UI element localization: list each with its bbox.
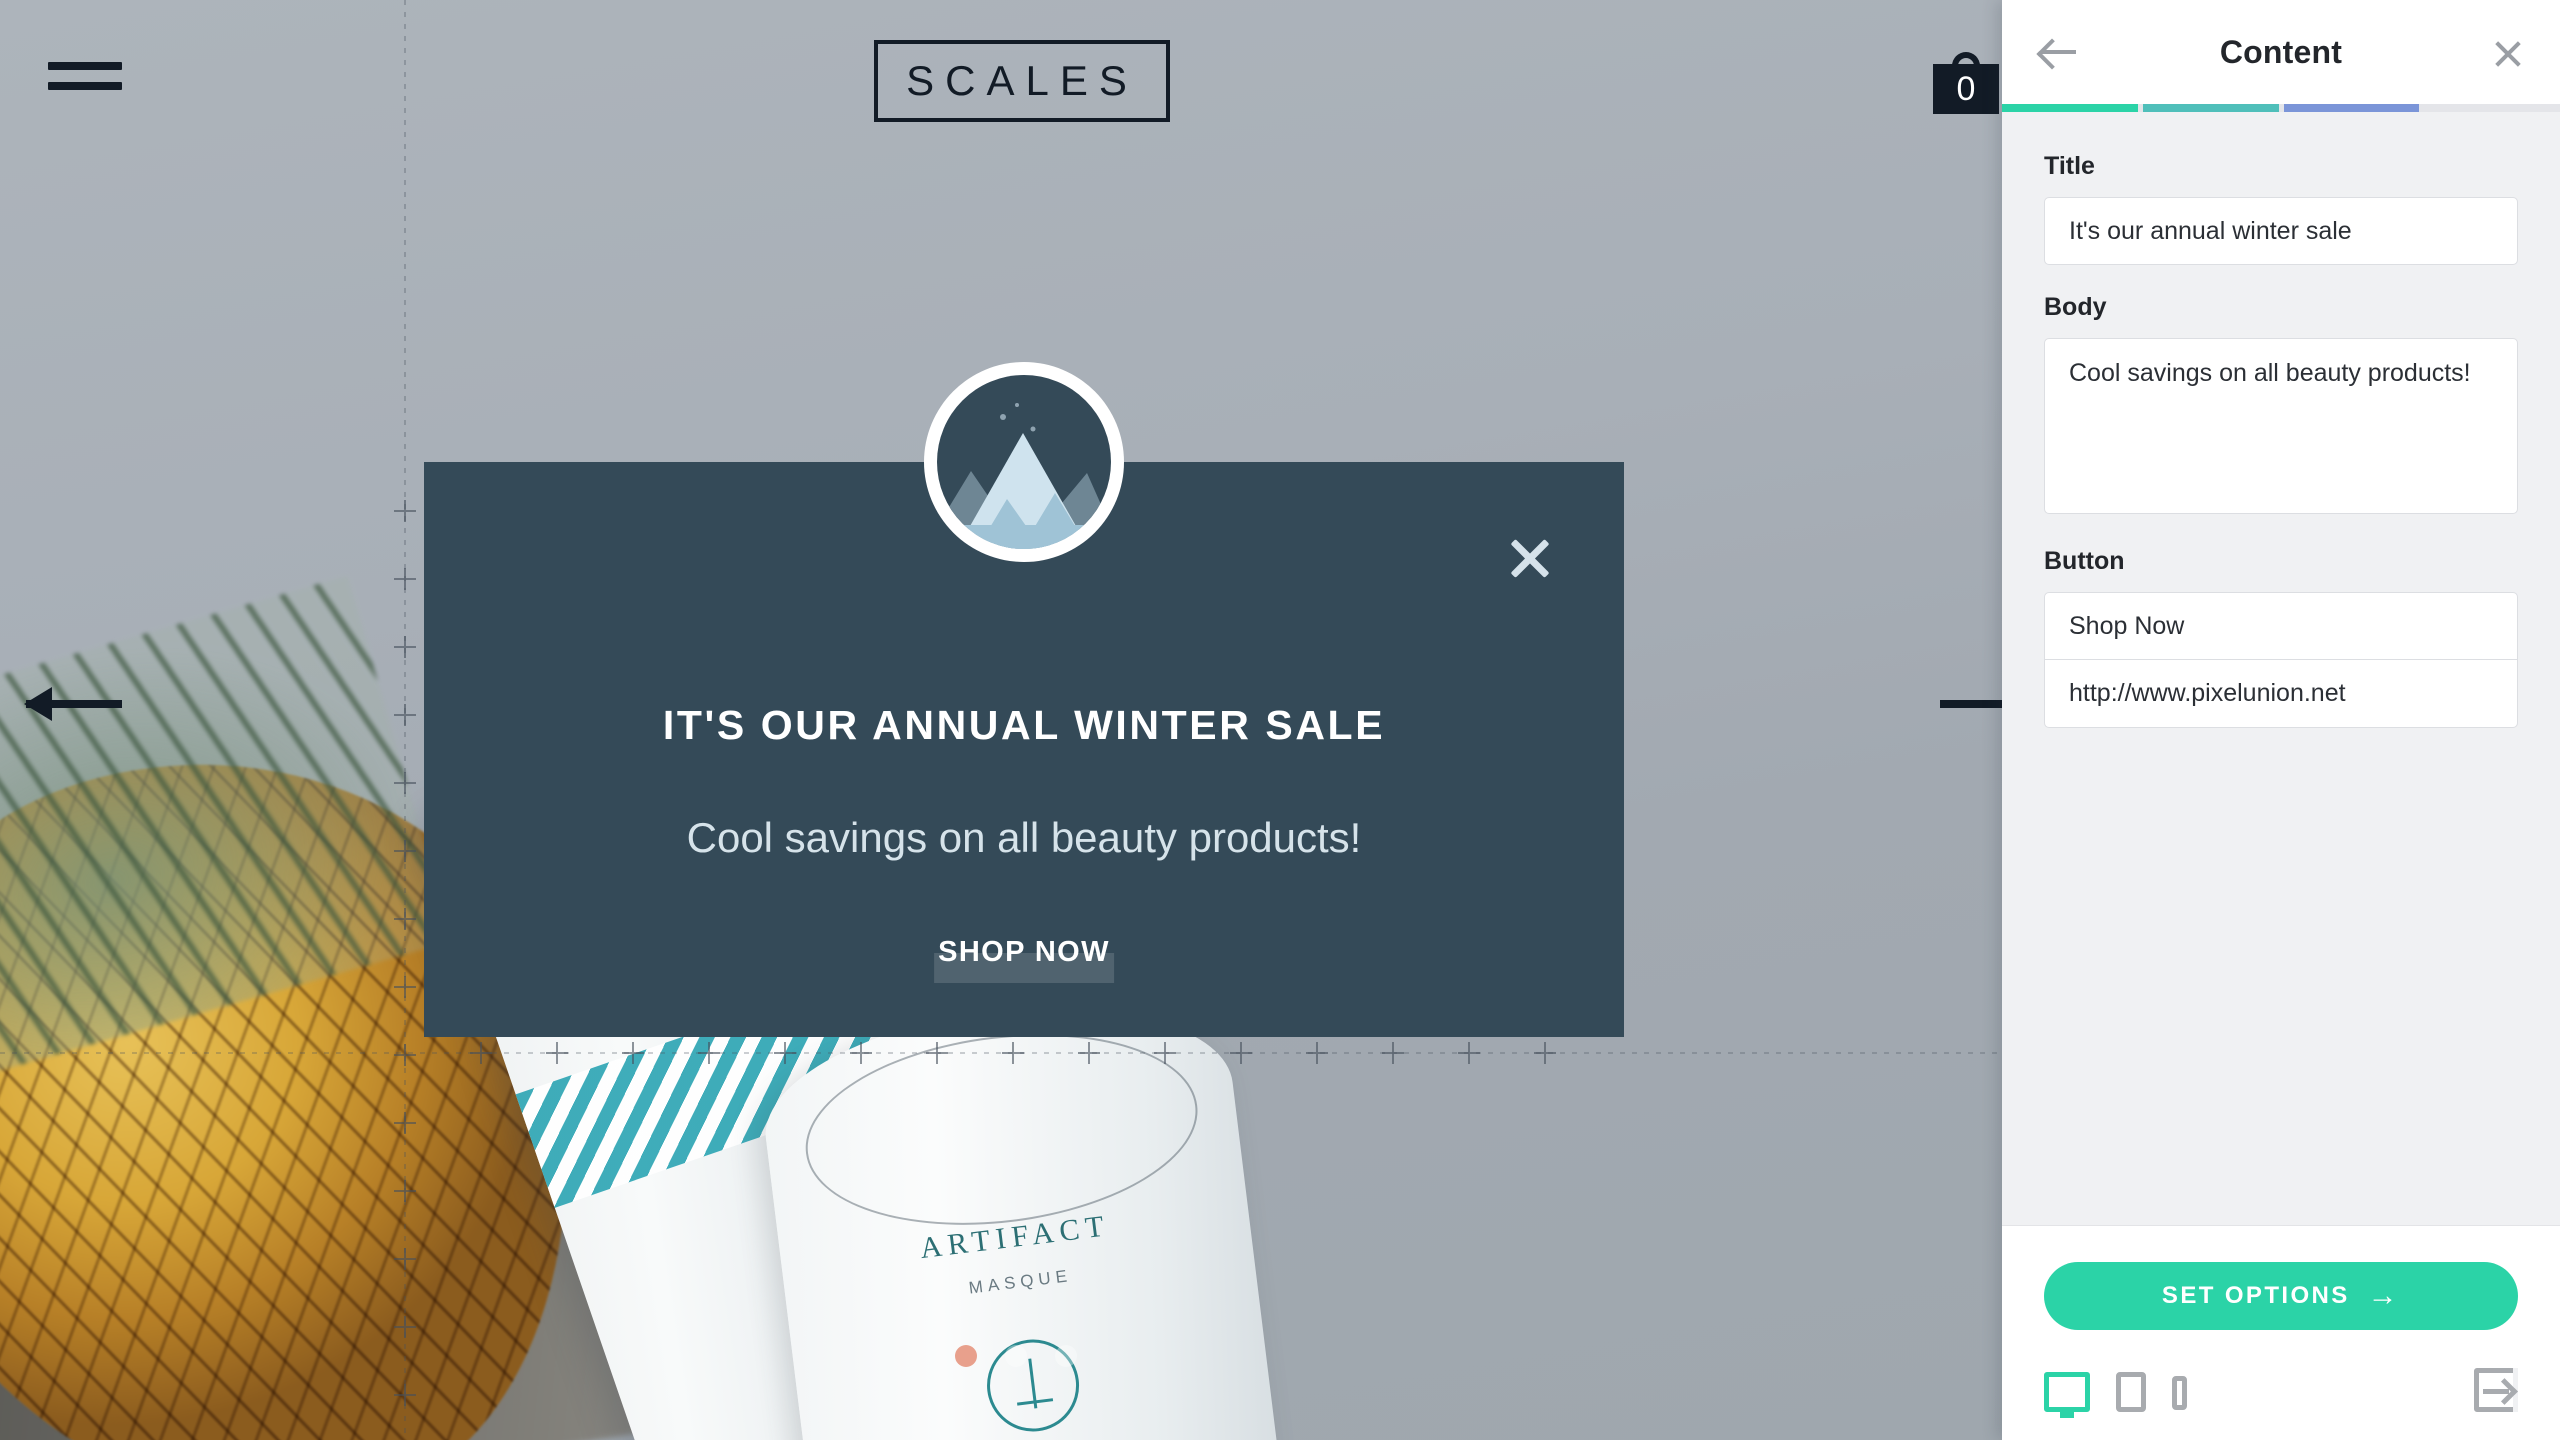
carousel-dot-2[interactable]: [1005, 1345, 1027, 1367]
badge-inner: [937, 375, 1111, 549]
tablet-view-icon[interactable]: [2116, 1372, 2146, 1412]
promo-shop-now-button[interactable]: SHOP NOW: [934, 934, 1114, 983]
photo-guide-plus: [1154, 1042, 1176, 1064]
photo-guide-plus: [394, 840, 416, 862]
site-logo-text: SCALES: [906, 57, 1138, 104]
promo-close-icon[interactable]: [1504, 532, 1556, 584]
panel-footer: SET OPTIONS →: [2002, 1225, 2560, 1440]
photo-guide-plus: [394, 1384, 416, 1406]
field-title: Title: [2002, 152, 2560, 265]
photo-guide-plus: [394, 500, 416, 522]
site-logo[interactable]: SCALES: [874, 40, 1170, 122]
back-arrow-icon[interactable]: [2040, 38, 2076, 66]
carousel-dot-3[interactable]: [1055, 1345, 1077, 1367]
set-options-label: SET OPTIONS: [2161, 1282, 2350, 1309]
slider-prev-arrow-icon[interactable]: [24, 687, 122, 721]
photo-guide-plus: [546, 1042, 568, 1064]
photo-guide-plus: [1534, 1042, 1556, 1064]
device-preview-toggles: [2044, 1368, 2518, 1412]
photo-guide-plus: [622, 1042, 644, 1064]
cart-count: 0: [1956, 70, 1976, 108]
body-textarea[interactable]: [2044, 338, 2518, 514]
desktop-view-icon[interactable]: [2044, 1372, 2090, 1412]
photo-guide-plus: [394, 704, 416, 726]
photo-guide-plus: [470, 1042, 492, 1064]
field-title-label: Title: [2044, 152, 2095, 180]
field-button-label: Button: [2044, 547, 2125, 575]
photo-guide-plus: [394, 772, 416, 794]
progress-step-4: [2424, 104, 2560, 112]
field-body-label: Body: [2044, 293, 2107, 321]
photo-guide-line-horizontal: [0, 1052, 2002, 1054]
panel-title: Content: [2219, 33, 2343, 70]
editor-window: TAHITIAN VANILLA MONOÏ SOFTENING • REPAI…: [0, 0, 2560, 1440]
progress-step-2: [2142, 104, 2279, 112]
hamburger-menu-icon[interactable]: [48, 62, 122, 100]
panel-form: Title Body Button: [2002, 112, 2560, 1225]
photo-guide-plus: [1078, 1042, 1100, 1064]
button-url-input[interactable]: [2044, 660, 2518, 728]
photo-guide-plus: [1002, 1042, 1024, 1064]
photo-guide-plus: [394, 908, 416, 930]
photo-guide-plus: [774, 1042, 796, 1064]
panel-header: Content: [2002, 0, 2560, 104]
progress-step-3: [2283, 104, 2420, 112]
promo-body: Cool savings on all beauty products!: [686, 814, 1362, 861]
storefront-preview: TAHITIAN VANILLA MONOÏ SOFTENING • REPAI…: [0, 0, 2002, 1440]
photo-guide-plus: [394, 1180, 416, 1202]
hamburger-bar: [48, 62, 122, 70]
button-label-input[interactable]: [2044, 592, 2518, 660]
carousel-dot-1[interactable]: [955, 1345, 977, 1367]
arrow-right-icon: →: [2367, 1279, 2401, 1312]
progress-step-1: [2002, 104, 2138, 112]
hamburger-bar: [48, 82, 122, 90]
exit-preview-icon[interactable]: [2474, 1368, 2518, 1412]
photo-guide-plus: [394, 1112, 416, 1134]
photo-guide-plus: [394, 568, 416, 590]
photo-guide-plus: [394, 1316, 416, 1338]
photo-guide-plus: [394, 1044, 416, 1066]
field-button: Button: [2002, 547, 2560, 728]
photo-guide-plus: [394, 636, 416, 658]
photo-guide-plus: [926, 1042, 948, 1064]
site-header: SCALES 0: [0, 0, 2002, 160]
content-editor-panel: Content Title Body Button: [2002, 0, 2560, 1440]
promo-popup: IT'S OUR ANNUAL WINTER SALE Cool savings…: [424, 362, 1624, 1037]
button-field-stack: [2044, 592, 2518, 728]
mobile-view-icon[interactable]: [2172, 1376, 2187, 1410]
set-options-button[interactable]: SET OPTIONS →: [2044, 1262, 2518, 1330]
photo-guide-plus: [850, 1042, 872, 1064]
photo-guide-plus: [698, 1042, 720, 1064]
slider-next-arrow-icon[interactable]: [1940, 700, 2002, 708]
photo-guide-plus: [394, 976, 416, 998]
photo-guide-plus: [394, 1248, 416, 1270]
badge-artwork: [937, 403, 1111, 549]
step-progress-bar: [2002, 104, 2560, 112]
photo-guide-plus: [1306, 1042, 1328, 1064]
photo-guide-plus: [1230, 1042, 1252, 1064]
title-input[interactable]: [2044, 197, 2518, 265]
photo-guide-plus: [1458, 1042, 1480, 1064]
field-body: Body: [2002, 293, 2560, 519]
promo-title: IT'S OUR ANNUAL WINTER SALE: [662, 702, 1386, 748]
shopping-bag-icon[interactable]: 0: [1933, 52, 1999, 114]
promo-button-highlight: [934, 953, 1114, 983]
mountain-night-badge-icon: [924, 362, 1124, 562]
carousel-dots[interactable]: [955, 1345, 1077, 1367]
photo-guide-plus: [1382, 1042, 1404, 1064]
close-icon[interactable]: [2492, 38, 2524, 70]
